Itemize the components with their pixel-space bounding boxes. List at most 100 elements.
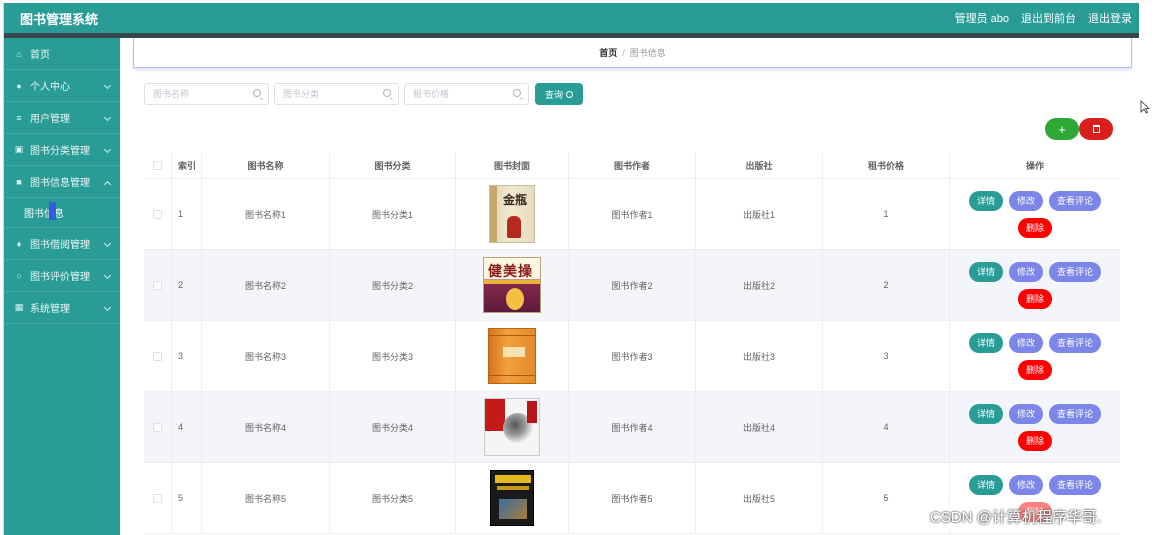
sidebar-subitem-book-info[interactable]: 图书信息: [4, 198, 120, 228]
cover-figure: [507, 216, 521, 238]
row-select-cell: [144, 321, 172, 391]
view-comments-button[interactable]: 查看评论: [1049, 190, 1102, 211]
sidebar-item-review[interactable]: ○ 图书评价管理: [4, 260, 120, 292]
edit-button[interactable]: 修改: [1008, 332, 1043, 353]
view-comments-button[interactable]: 查看评论: [1049, 474, 1102, 495]
query-label: 查询: [544, 89, 563, 100]
select-all-cell: [144, 153, 172, 178]
edit-button[interactable]: 修改: [1008, 190, 1043, 211]
add-button[interactable]: +: [1045, 118, 1079, 140]
row-checkbox[interactable]: [153, 209, 162, 219]
circle-icon: ○: [16, 270, 22, 281]
operations-cell: 详情 修改 查看评论 删除: [950, 179, 1120, 249]
chevron-up-icon: [103, 180, 112, 189]
detail-button[interactable]: 详情: [968, 474, 1003, 495]
pin-icon: ♦: [16, 238, 22, 249]
sidebar-item-home[interactable]: ⌂ 首页: [4, 38, 120, 70]
row-checkbox[interactable]: [153, 351, 162, 361]
book-category-input[interactable]: [275, 84, 375, 104]
breadcrumb: 首页 / 图书信息: [133, 38, 1132, 68]
price-cell: 1: [823, 179, 950, 249]
book-category-search: [274, 83, 399, 105]
delete-button[interactable]: 删除: [1017, 288, 1052, 309]
price-cell: 4: [823, 392, 950, 462]
sidebar: ⌂ 首页 ● 个人中心 ≡ 用户管理 ▣ 图书分类管理 ■ 图书信息管理 图书信…: [4, 38, 120, 535]
publisher-cell: 出版社2: [696, 250, 823, 320]
delete-button[interactable]: 删除: [1017, 430, 1052, 451]
sidebar-item-label: 图书分类管理: [30, 146, 90, 157]
edit-button[interactable]: 修改: [1008, 403, 1043, 424]
row-select-cell: [144, 250, 172, 320]
breadcrumb-separator: /: [622, 47, 625, 58]
price-cell: 3: [823, 321, 950, 391]
category-cell: 图书分类5: [330, 463, 456, 533]
column-header: 出版社: [696, 153, 823, 178]
sidebar-item-label: 个人中心: [30, 82, 70, 93]
delete-button[interactable]: 删除: [1017, 359, 1052, 380]
row-checkbox[interactable]: [153, 422, 162, 432]
table-row: 4 图书名称4 图书分类4 图书作者4 出版社4 4 详情 修改 查看评论 删除: [144, 392, 1120, 463]
sidebar-item-profile[interactable]: ● 个人中心: [4, 70, 120, 102]
top-bar: 图书管理系统 管理员 abo 退出到前台 退出登录: [4, 3, 1139, 33]
price-input[interactable]: [405, 84, 505, 104]
book-cover-image: [490, 470, 534, 526]
sidebar-item-label: 首页: [30, 50, 50, 61]
book-cover-image: [488, 328, 536, 384]
batch-delete-button[interactable]: [1079, 118, 1113, 140]
detail-button[interactable]: 详情: [968, 403, 1003, 424]
chevron-down-icon: [103, 81, 112, 90]
detail-button[interactable]: 详情: [968, 261, 1003, 282]
publisher-cell: 出版社1: [696, 179, 823, 249]
list-icon: ≡: [16, 112, 22, 123]
search-icon: [513, 89, 521, 97]
column-header: 租书价格: [823, 153, 950, 178]
select-all-checkbox[interactable]: [153, 161, 162, 170]
operation-buttons: 详情 修改 查看评论: [968, 403, 1102, 424]
price-search: [404, 83, 529, 105]
sidebar-item-label: 图书借阅管理: [30, 240, 90, 251]
table-row: 1 图书名称1 图书分类1 金瓶 图书作者1 出版社1 1 详情 修改 查看评论…: [144, 179, 1120, 250]
row-checkbox[interactable]: [153, 280, 162, 290]
mouse-cursor-icon: [1140, 100, 1150, 114]
edit-button[interactable]: 修改: [1008, 474, 1043, 495]
sidebar-item-borrow[interactable]: ♦ 图书借阅管理: [4, 228, 120, 260]
app-title: 图书管理系统: [20, 12, 99, 27]
column-header: 图书分类: [330, 153, 456, 178]
cover-cell: [456, 463, 569, 533]
category-cell: 图书分类2: [330, 250, 456, 320]
name-cell: 图书名称2: [202, 250, 330, 320]
chevron-down-icon: [103, 113, 112, 122]
sidebar-item-book-category[interactable]: ▣ 图书分类管理: [4, 134, 120, 166]
detail-button[interactable]: 详情: [968, 190, 1003, 211]
trash-icon: [1092, 125, 1100, 133]
chevron-down-icon: [103, 239, 112, 248]
cover-cell: [456, 392, 569, 462]
table-header: 索引 图书名称 图书分类 图书封面 图书作者 出版社 租书价格 操作: [144, 153, 1120, 179]
breadcrumb-home[interactable]: 首页: [599, 46, 617, 59]
back-to-frontend-link[interactable]: 退出到前台: [1021, 10, 1076, 26]
cover-picture: [499, 499, 527, 519]
row-checkbox[interactable]: [153, 493, 162, 503]
query-button[interactable]: 查询: [535, 83, 583, 105]
detail-button[interactable]: 详情: [968, 332, 1003, 353]
price-cell: 2: [823, 250, 950, 320]
folder-icon: ■: [16, 176, 22, 187]
view-comments-button[interactable]: 查看评论: [1049, 332, 1102, 353]
publisher-cell: 出版社4: [696, 392, 823, 462]
cover-label: [503, 347, 525, 357]
row-select-cell: [144, 463, 172, 533]
sidebar-item-system[interactable]: ▦ 系统管理: [4, 292, 120, 324]
admin-user-link[interactable]: 管理员 abo: [955, 10, 1009, 26]
delete-button[interactable]: 删除: [1017, 217, 1052, 238]
sidebar-item-book-info[interactable]: ■ 图书信息管理: [4, 166, 120, 198]
user-icon: ●: [16, 80, 22, 91]
name-cell: 图书名称3: [202, 321, 330, 391]
operation-buttons: 详情 修改 查看评论: [968, 190, 1102, 211]
book-name-input[interactable]: [145, 84, 245, 104]
view-comments-button[interactable]: 查看评论: [1049, 403, 1102, 424]
edit-button[interactable]: 修改: [1008, 261, 1043, 282]
view-comments-button[interactable]: 查看评论: [1049, 261, 1102, 282]
logout-link[interactable]: 退出登录: [1088, 10, 1132, 26]
sidebar-item-users[interactable]: ≡ 用户管理: [4, 102, 120, 134]
cover-title: 健美操: [488, 263, 533, 279]
